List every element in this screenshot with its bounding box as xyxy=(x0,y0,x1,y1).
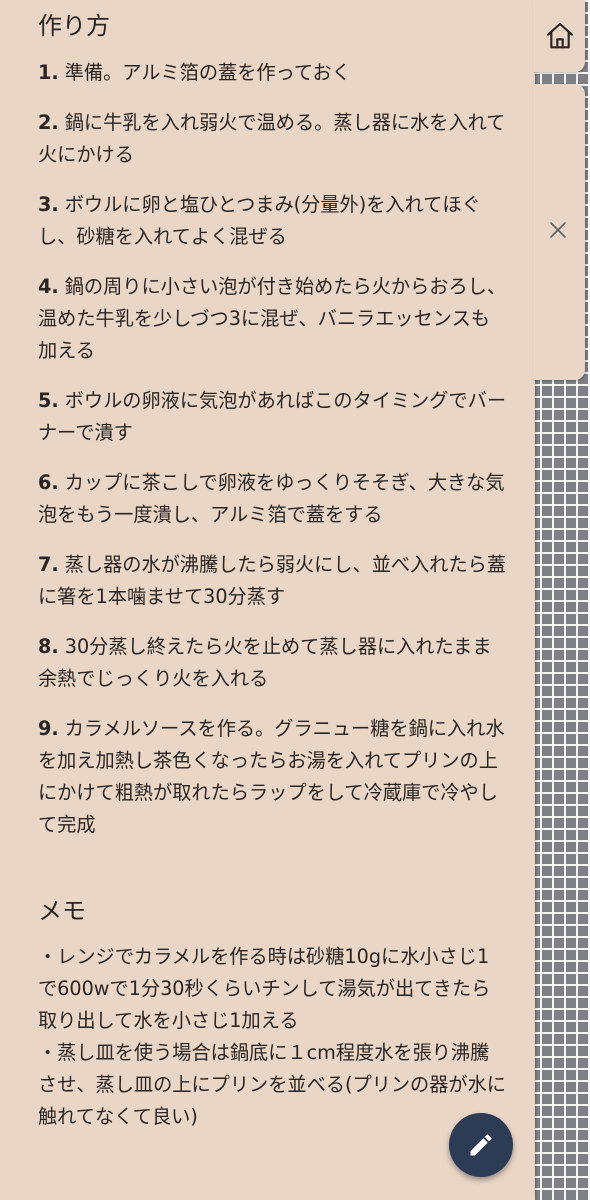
step-item: 4. 鍋の周りに小さい泡が付き始めたら火からおろし、温めた牛乳を少しづつ3に混ぜ… xyxy=(38,271,508,367)
step-item: 2. 鍋に牛乳を入れ弱火で温める。蒸し器に水を入れて火にかける xyxy=(38,107,508,171)
step-text: 鍋の周りに小さい泡が付き始めたら火からおろし、温めた牛乳を少しづつ3に混ぜ、バニ… xyxy=(38,275,507,362)
step-number: 3. xyxy=(38,193,59,216)
step-text: ボウルに卵と塩ひとつまみ(分量外)を入れてほぐし、砂糖を入れてよく混ぜる xyxy=(38,193,481,248)
step-item: 9. カラメルソースを作る。グラニュー糖を鍋に入れ水を加え加熱し茶色くなったらお… xyxy=(38,713,508,841)
step-number: 9. xyxy=(38,717,59,740)
step-item: 1. 準備。アルミ箔の蓋を作っておく xyxy=(38,57,508,89)
step-text: 30分蒸し終えたら火を止めて蒸し器に入れたまま余熱でじっくり火を入れる xyxy=(38,635,492,690)
step-number: 5. xyxy=(38,389,59,412)
step-number: 2. xyxy=(38,111,59,134)
memo-line: ・蒸し皿を使う場合は鍋底に１cm程度水を張り沸騰させ、蒸し皿の上にプリンを並べる… xyxy=(38,1041,506,1128)
step-item: 7. 蒸し器の水が沸騰したら弱火にし、並べ入れたら蓋に箸を1本噛ませて30分蒸す xyxy=(38,549,508,613)
step-number: 6. xyxy=(38,471,59,494)
home-button[interactable] xyxy=(542,18,578,54)
step-number: 8. xyxy=(38,635,59,658)
step-item: 8. 30分蒸し終えたら火を止めて蒸し器に入れたまま余熱でじっくり火を入れる xyxy=(38,631,508,695)
step-text: 鍋に牛乳を入れ弱火で温める。蒸し器に水を入れて火にかける xyxy=(38,111,506,166)
close-icon xyxy=(550,222,566,238)
step-text: 蒸し器の水が沸騰したら弱火にし、並べ入れたら蓋に箸を1本噛ませて30分蒸す xyxy=(38,553,507,608)
pencil-icon xyxy=(470,1134,492,1156)
home-icon xyxy=(546,22,574,49)
memo-line: ・レンジでカラメルを作る時は砂糖10gに水小さじ1で600wで1分30秒くらいチ… xyxy=(38,945,491,1032)
memo-body: ・レンジでカラメルを作る時は砂糖10gに水小さじ1で600wで1分30秒くらいチ… xyxy=(38,941,508,1133)
steps-list: 1. 準備。アルミ箔の蓋を作っておく 2. 鍋に牛乳を入れ弱火で温める。蒸し器に… xyxy=(38,57,508,841)
step-number: 7. xyxy=(38,553,59,576)
step-text: カラメルソースを作る。グラニュー糖を鍋に入れ水を加え加熱し茶色くなったらお湯を入… xyxy=(38,717,505,836)
step-item: 6. カップに茶こしで卵液をゆっくりそそぎ、大きな気泡をもう一度潰し、アルミ箔で… xyxy=(38,467,508,531)
step-item: 3. ボウルに卵と塩ひとつまみ(分量外)を入れてほぐし、砂糖を入れてよく混ぜる xyxy=(38,189,508,253)
step-number: 4. xyxy=(38,275,59,298)
close-button[interactable] xyxy=(544,216,572,244)
steps-title: 作り方 xyxy=(38,12,110,40)
recipe-content: 作り方 1. 準備。アルミ箔の蓋を作っておく 2. 鍋に牛乳を入れ弱火で温める。… xyxy=(38,8,508,1133)
step-text: カップに茶こしで卵液をゆっくりそそぎ、大きな気泡をもう一度潰し、アルミ箔で蓋をす… xyxy=(38,471,505,526)
step-text: 準備。アルミ箔の蓋を作っておく xyxy=(64,61,351,84)
edit-button[interactable] xyxy=(449,1113,513,1177)
step-text: ボウルの卵液に気泡があればこのタイミングでバーナーで潰す xyxy=(38,389,507,444)
step-number: 1. xyxy=(38,61,59,84)
step-item: 5. ボウルの卵液に気泡があればこのタイミングでバーナーで潰す xyxy=(38,385,508,449)
memo-title: メモ xyxy=(38,897,86,925)
